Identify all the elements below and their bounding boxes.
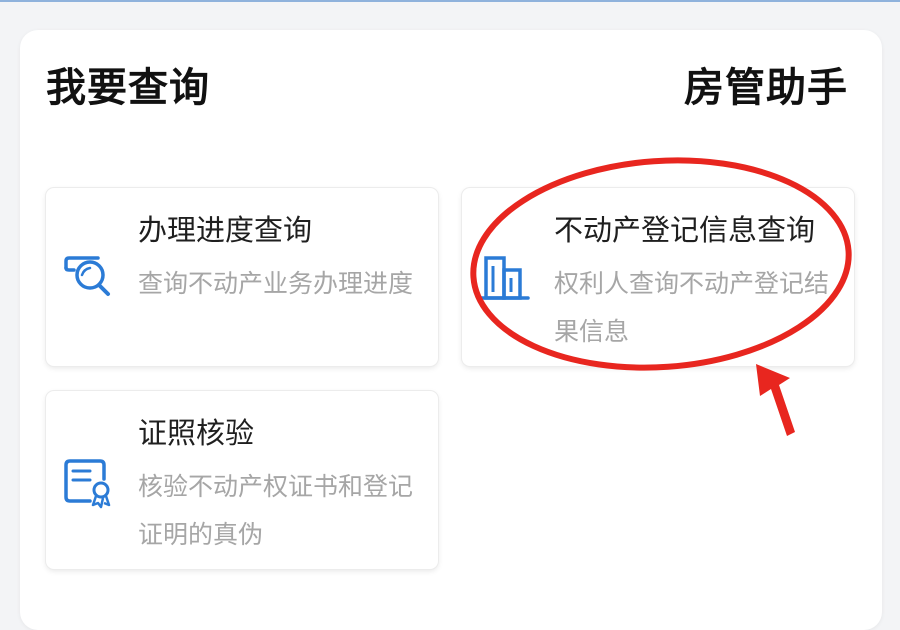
progress-query-card[interactable]: 办理进度查询 查询不动产业务办理进度 bbox=[46, 188, 438, 366]
certificate-icon bbox=[64, 459, 111, 509]
brand-name: 房管助手 bbox=[684, 65, 848, 111]
card-description: 核验不动产权证书和登记证明的真伪 bbox=[138, 472, 414, 549]
card-description: 查询不动产业务办理进度 bbox=[138, 269, 414, 298]
property-registration-query-card[interactable]: 不动产登记信息查询 权利人查询不动产登记结果信息 bbox=[462, 188, 854, 366]
search-progress-icon bbox=[64, 256, 110, 296]
card-title: 办理进度查询 bbox=[138, 213, 313, 247]
building-icon bbox=[478, 256, 530, 300]
top-border bbox=[0, 0, 900, 2]
page-title: 我要查询 bbox=[46, 65, 210, 111]
certificate-verification-card[interactable]: 证照核验 核验不动产权证书和登记证明的真伪 bbox=[46, 391, 438, 569]
card-title: 证照核验 bbox=[138, 416, 255, 450]
card-description: 权利人查询不动产登记结果信息 bbox=[554, 269, 830, 346]
card-title: 不动产登记信息查询 bbox=[554, 213, 816, 247]
